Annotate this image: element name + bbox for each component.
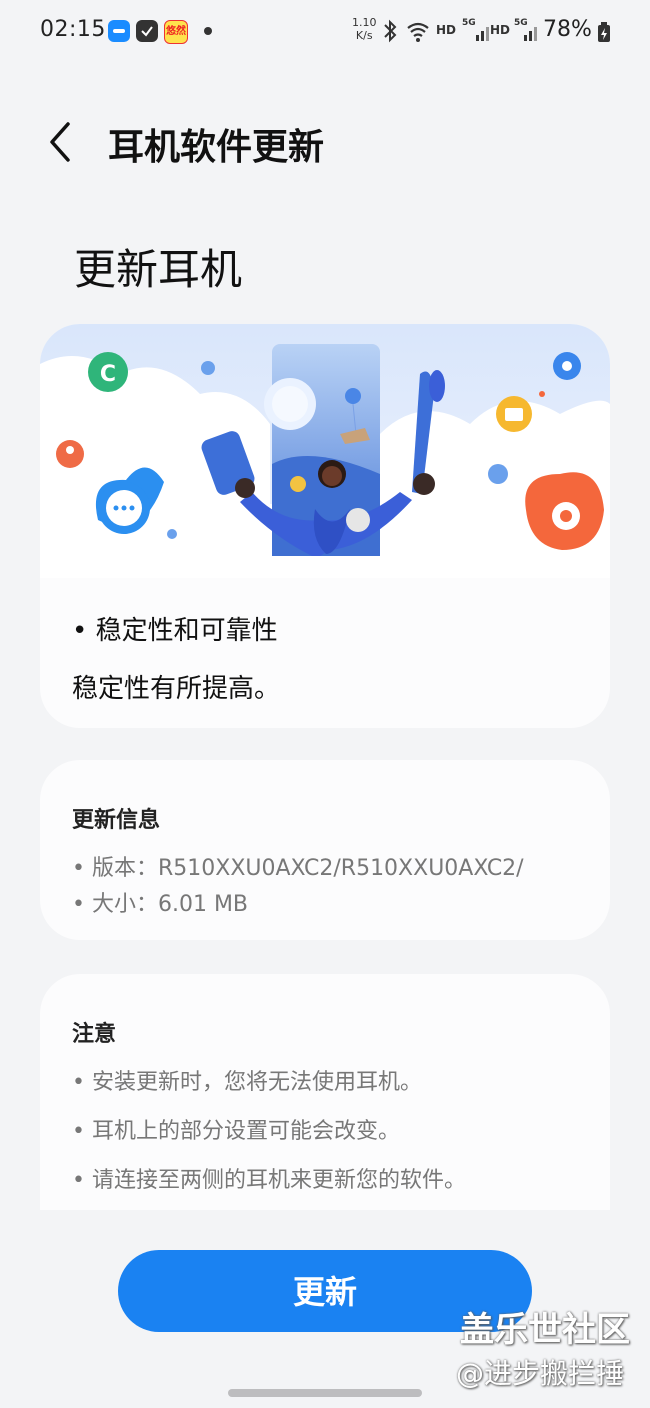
hd-label-1: HD: [436, 23, 457, 37]
back-button[interactable]: [44, 120, 74, 168]
signal-1-icon: [476, 27, 489, 41]
home-indicator[interactable]: [228, 1389, 422, 1397]
update-info-title: 更新信息: [72, 808, 161, 833]
notification-app-badge-icon: 悠然: [164, 20, 188, 44]
update-illustration: C: [40, 324, 610, 578]
note-item: • 请连接至两侧的耳机来更新您的软件。: [72, 1168, 466, 1193]
status-time: 02:15: [40, 17, 106, 42]
headline: 更新耳机: [74, 245, 243, 294]
network-speed-unit: K/s: [355, 29, 373, 42]
notes-card: 注意 • 安装更新时，您将无法使用耳机。 • 耳机上的部分设置可能会改变。 • …: [40, 974, 610, 1210]
notification-check-icon: [136, 20, 158, 42]
page-title: 耳机软件更新: [108, 127, 325, 168]
update-info-card: 更新信息 • 版本：R510XXU0AXC2/R510XXU0AXC2/ • 大…: [40, 760, 610, 940]
whats-new-card: C • 稳定性和可靠性 稳定性有所提高。: [40, 324, 610, 728]
sig-label-2: 5G: [514, 18, 528, 28]
network-speed: 1.10 K/s: [352, 16, 377, 42]
status-bar: 02:15 悠然 1.10 K/s HD 5G HD 5G 78%: [0, 0, 650, 62]
hd-label-2: HD: [490, 23, 511, 37]
battery-icon: [598, 22, 610, 42]
sig-label-1: 5G: [462, 18, 476, 28]
whats-new-item-title: • 稳定性和可靠性: [72, 616, 278, 646]
version-line: • 版本：R510XXU0AXC2/R510XXU0AXC2/: [72, 856, 524, 881]
notification-app-icon: [108, 20, 130, 42]
watermark-community: 盖乐世社区: [460, 1310, 630, 1350]
battery-percent: 78%: [543, 17, 592, 42]
network-speed-value: 1.10: [352, 16, 377, 29]
note-item: • 安装更新时，您将无法使用耳机。: [72, 1070, 422, 1095]
watermark-author: @进步搬拦捶: [456, 1357, 625, 1390]
note-item: • 耳机上的部分设置可能会改变。: [72, 1119, 400, 1144]
notes-title: 注意: [72, 1022, 117, 1047]
app-badge-text: 悠然: [166, 26, 186, 37]
wifi-icon: [407, 22, 429, 42]
bluetooth-icon: [384, 19, 397, 43]
signal-2-icon: [524, 27, 537, 41]
whats-new-item-description: 稳定性有所提高。: [72, 674, 281, 704]
size-line: • 大小：6.01 MB: [72, 892, 249, 917]
chevron-left-icon: [50, 122, 70, 162]
more-notifications-dot-icon: [204, 27, 212, 35]
svg-text:C: C: [100, 362, 116, 387]
